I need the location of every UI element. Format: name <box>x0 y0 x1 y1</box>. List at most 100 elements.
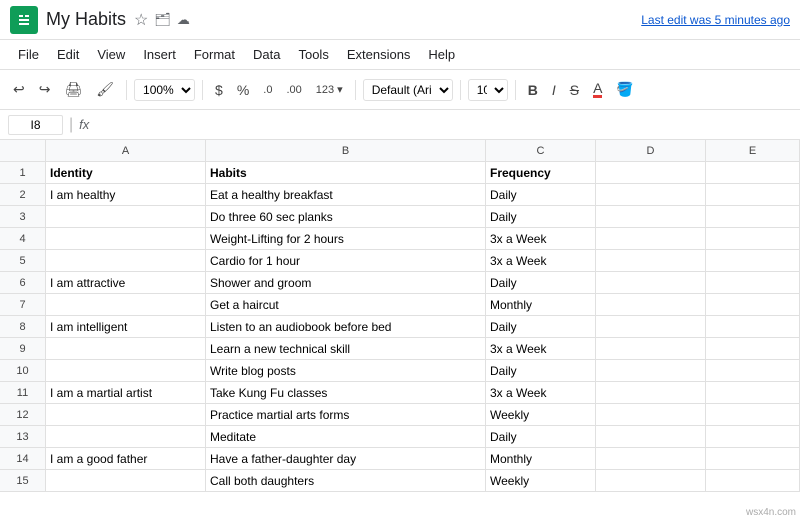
cell-reference-input[interactable] <box>8 115 63 135</box>
cell-8-D[interactable] <box>596 316 706 338</box>
cell-3-E[interactable] <box>706 206 800 228</box>
cell-10-E[interactable] <box>706 360 800 382</box>
cell-15-B[interactable]: Call both daughters <box>206 470 486 492</box>
col-header-D[interactable]: D <box>596 140 706 162</box>
menu-item-view[interactable]: View <box>89 44 133 65</box>
cell-1-D[interactable] <box>596 162 706 184</box>
star-icon[interactable]: ☆ <box>134 10 148 30</box>
col-header-A[interactable]: A <box>46 140 206 162</box>
cell-11-C[interactable]: 3x a Week <box>486 382 596 404</box>
col-header-C[interactable]: C <box>486 140 596 162</box>
cell-5-E[interactable] <box>706 250 800 272</box>
cell-12-C[interactable]: Weekly <box>486 404 596 426</box>
cell-7-D[interactable] <box>596 294 706 316</box>
cell-1-E[interactable] <box>706 162 800 184</box>
cell-7-C[interactable]: Monthly <box>486 294 596 316</box>
cell-12-A[interactable] <box>46 404 206 426</box>
col-header-E[interactable]: E <box>706 140 800 162</box>
cell-10-D[interactable] <box>596 360 706 382</box>
bold-button[interactable]: B <box>523 78 543 102</box>
cell-6-A[interactable]: I am attractive <box>46 272 206 294</box>
cell-13-C[interactable]: Daily <box>486 426 596 448</box>
menu-item-extensions[interactable]: Extensions <box>339 44 419 65</box>
cell-2-E[interactable] <box>706 184 800 206</box>
redo-button[interactable]: ↪ <box>34 77 56 102</box>
cell-2-C[interactable]: Daily <box>486 184 596 206</box>
cell-10-A[interactable] <box>46 360 206 382</box>
cell-9-E[interactable] <box>706 338 800 360</box>
cell-13-E[interactable] <box>706 426 800 448</box>
menu-item-help[interactable]: Help <box>420 44 463 65</box>
italic-button[interactable]: I <box>547 78 561 102</box>
cell-4-B[interactable]: Weight-Lifting for 2 hours <box>206 228 486 250</box>
fill-color-button[interactable]: 🪣 <box>611 77 638 102</box>
font-select[interactable]: Default (Ari... <box>363 79 453 101</box>
cell-14-D[interactable] <box>596 448 706 470</box>
cell-9-D[interactable] <box>596 338 706 360</box>
cell-5-B[interactable]: Cardio for 1 hour <box>206 250 486 272</box>
cell-6-D[interactable] <box>596 272 706 294</box>
formula-input[interactable] <box>95 117 792 132</box>
last-edit-link[interactable]: Last edit was 5 minutes ago <box>641 13 790 27</box>
menu-item-edit[interactable]: Edit <box>49 44 87 65</box>
cell-4-D[interactable] <box>596 228 706 250</box>
cell-11-B[interactable]: Take Kung Fu classes <box>206 382 486 404</box>
cell-6-B[interactable]: Shower and groom <box>206 272 486 294</box>
cell-11-A[interactable]: I am a martial artist <box>46 382 206 404</box>
menu-item-tools[interactable]: Tools <box>290 44 336 65</box>
cell-15-D[interactable] <box>596 470 706 492</box>
paint-format-button[interactable]: 🖌 <box>91 77 119 102</box>
menu-item-file[interactable]: File <box>10 44 47 65</box>
dollar-button[interactable]: $ <box>210 78 228 102</box>
cell-14-C[interactable]: Monthly <box>486 448 596 470</box>
cell-7-B[interactable]: Get a haircut <box>206 294 486 316</box>
font-size-select[interactable]: 10 <box>468 79 508 101</box>
cell-13-B[interactable]: Meditate <box>206 426 486 448</box>
cell-12-E[interactable] <box>706 404 800 426</box>
cell-15-E[interactable] <box>706 470 800 492</box>
cell-8-E[interactable] <box>706 316 800 338</box>
cloud-icon[interactable]: ☁ <box>177 12 190 28</box>
cell-7-E[interactable] <box>706 294 800 316</box>
cell-3-D[interactable] <box>596 206 706 228</box>
cell-8-A[interactable]: I am intelligent <box>46 316 206 338</box>
cell-1-A[interactable]: Identity <box>46 162 206 184</box>
zoom-select[interactable]: 100% <box>134 79 195 101</box>
cell-14-E[interactable] <box>706 448 800 470</box>
cell-14-B[interactable]: Have a father-daughter day <box>206 448 486 470</box>
cell-1-B[interactable]: Habits <box>206 162 486 184</box>
cell-6-C[interactable]: Daily <box>486 272 596 294</box>
cell-8-C[interactable]: Daily <box>486 316 596 338</box>
cell-3-B[interactable]: Do three 60 sec planks <box>206 206 486 228</box>
cell-9-A[interactable] <box>46 338 206 360</box>
strikethrough-button[interactable]: S <box>565 78 584 102</box>
cell-15-A[interactable] <box>46 470 206 492</box>
percent-button[interactable]: % <box>232 78 254 102</box>
cell-13-A[interactable] <box>46 426 206 448</box>
cell-2-D[interactable] <box>596 184 706 206</box>
cell-7-A[interactable] <box>46 294 206 316</box>
cell-5-D[interactable] <box>596 250 706 272</box>
cell-3-A[interactable] <box>46 206 206 228</box>
col-header-B[interactable]: B <box>206 140 486 162</box>
menu-item-insert[interactable]: Insert <box>135 44 184 65</box>
cell-1-C[interactable]: Frequency <box>486 162 596 184</box>
menu-item-data[interactable]: Data <box>245 44 288 65</box>
cell-8-B[interactable]: Listen to an audiobook before bed <box>206 316 486 338</box>
cell-14-A[interactable]: I am a good father <box>46 448 206 470</box>
cell-2-B[interactable]: Eat a healthy breakfast <box>206 184 486 206</box>
cell-5-C[interactable]: 3x a Week <box>486 250 596 272</box>
cell-3-C[interactable]: Daily <box>486 206 596 228</box>
cell-4-E[interactable] <box>706 228 800 250</box>
cell-9-B[interactable]: Learn a new technical skill <box>206 338 486 360</box>
cell-12-B[interactable]: Practice martial arts forms <box>206 404 486 426</box>
format123-button[interactable]: 123 ▾ <box>311 79 348 100</box>
cell-6-E[interactable] <box>706 272 800 294</box>
cell-5-A[interactable] <box>46 250 206 272</box>
cell-2-A[interactable]: I am healthy <box>46 184 206 206</box>
decimal00-button[interactable]: .00 <box>281 80 306 100</box>
cell-9-C[interactable]: 3x a Week <box>486 338 596 360</box>
cell-4-A[interactable] <box>46 228 206 250</box>
cell-15-C[interactable]: Weekly <box>486 470 596 492</box>
undo-button[interactable]: ↩ <box>8 77 30 102</box>
